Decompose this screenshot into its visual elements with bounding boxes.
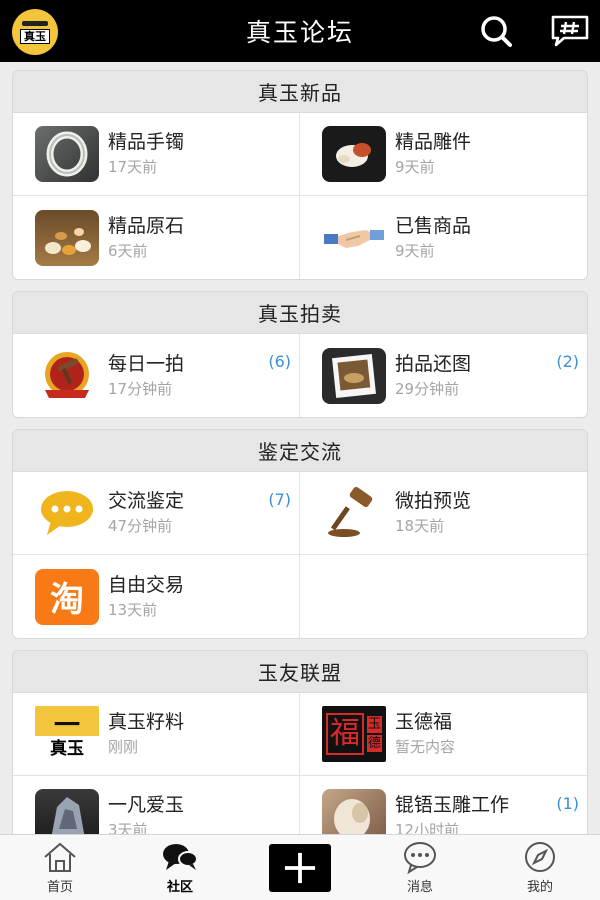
- message-icon: [404, 842, 436, 874]
- top-bar: 真玉 真玉论坛: [0, 0, 600, 62]
- board-item-free-trade[interactable]: 淘 自由交易 13天前: [13, 555, 300, 638]
- board-time: 29分钟前: [395, 379, 460, 398]
- board-item-jade-carving-studio[interactable]: 锟铻玉雕工作 12小时前 (1): [300, 776, 587, 834]
- section-auction: 真玉拍卖 每日一拍 17分钟前 (6) 拍品还图 29分钟前 (2): [12, 291, 588, 418]
- board-time: 6天前: [108, 241, 148, 260]
- chat-bubble-thumb-icon: [35, 485, 99, 541]
- board-item-micro-auction-preview[interactable]: 微拍预览 18天前: [300, 472, 587, 555]
- board-item-yudefu[interactable]: 福 玉 德 玉德福 暂无内容: [300, 693, 587, 776]
- board-item-zhenyu-seed[interactable]: 一 真玉 真玉籽料 刚刚: [13, 693, 300, 776]
- board-name: 精品原石: [108, 214, 185, 237]
- section-new-products: 真玉新品 精品手镯 17天前 精品雕件 9天前 精品原石 6天前 已售商品 9天…: [12, 70, 588, 280]
- zhenyu-logo-thumb-icon: 一 真玉: [35, 706, 99, 762]
- board-name: 每日一拍: [108, 352, 185, 375]
- board-name: 交流鉴定: [108, 490, 185, 512]
- board-name: 精品手镯: [108, 131, 185, 153]
- section-title: 真玉拍卖: [13, 292, 587, 334]
- zhenyu-bar-glyph: 一: [53, 711, 80, 741]
- board-name: 真玉籽料: [108, 711, 185, 733]
- board-item-yifan[interactable]: 一凡爱玉 3天前: [13, 776, 300, 834]
- board-item-auction-photos[interactable]: 拍品还图 29分钟前 (2): [300, 334, 587, 417]
- board-item-appraisal-exchange[interactable]: 交流鉴定 47分钟前 (7): [13, 472, 300, 555]
- board-time: 刚刚: [108, 738, 139, 756]
- tab-mine-label: 我的: [526, 880, 553, 895]
- unread-count-badge: (7): [268, 490, 291, 509]
- seal-main-glyph: 福: [326, 713, 364, 755]
- community-icon: [163, 844, 198, 870]
- board-item-daily-auction[interactable]: 每日一拍 17分钟前 (6): [13, 334, 300, 417]
- board-time: 47分钟前: [108, 517, 173, 535]
- compass-icon: [525, 842, 555, 872]
- board-name: 一凡爱玉: [108, 794, 185, 816]
- tab-messages[interactable]: 消息: [360, 835, 480, 900]
- board-time: 18天前: [395, 517, 445, 535]
- seal-side: 玉 德: [367, 716, 383, 752]
- unread-count-badge: (2): [556, 352, 579, 371]
- zhenyu-text-glyph: 真玉: [35, 736, 99, 762]
- bracelet-thumb-icon: [35, 126, 99, 182]
- gavel-thumb-icon: [322, 485, 386, 541]
- board-item-rough-stone[interactable]: 精品原石 6天前: [13, 196, 300, 279]
- tab-home-label: 首页: [46, 880, 73, 895]
- add-post-button[interactable]: [269, 843, 331, 892]
- board-time: 13天前: [108, 600, 158, 619]
- board-time: 9天前: [395, 241, 435, 260]
- section-title: 鉴定交流: [13, 430, 587, 472]
- board-name: 拍品还图: [395, 352, 472, 375]
- search-icon[interactable]: [476, 13, 516, 49]
- board-name: 精品雕件: [395, 131, 472, 153]
- stone-thumb-icon: [35, 789, 99, 834]
- tab-community-label: 社区: [166, 880, 193, 895]
- section-jade-friends: 玉友联盟 一 真玉 真玉籽料 刚刚 福 玉 德 玉德福 暂无内容 一凡爱玉 3天…: [12, 650, 588, 834]
- unread-count-badge: (1): [556, 794, 579, 813]
- section-appraisal: 鉴定交流 交流鉴定 47分钟前 (7) 微拍预览 18天前 淘 自由交易 13天…: [12, 429, 588, 639]
- section-title: 玉友联盟: [13, 651, 587, 693]
- board-time: 9天前: [395, 158, 435, 176]
- home-icon: [44, 842, 76, 872]
- board-time: 17天前: [108, 158, 158, 176]
- board-time: 暂无内容: [395, 738, 456, 756]
- board-name: 玉德福: [395, 711, 453, 733]
- carving-thumb-icon: [322, 126, 386, 182]
- board-name: 已售商品: [395, 214, 472, 237]
- board-name: 微拍预览: [395, 490, 472, 512]
- tab-messages-label: 消息: [406, 880, 433, 895]
- yudefu-seal-thumb-icon: 福 玉 德: [322, 706, 386, 762]
- board-item-bracelet[interactable]: 精品手镯 17天前: [13, 113, 300, 196]
- photo-frame-thumb-icon: [322, 347, 386, 404]
- tab-mine[interactable]: 我的: [480, 835, 600, 900]
- logo-bar-icon: [22, 20, 48, 26]
- plus-icon: [284, 852, 316, 883]
- app-logo[interactable]: 真玉: [12, 9, 58, 55]
- daily-auction-thumb-icon: [35, 347, 99, 404]
- seal-side-glyph-1: 玉: [367, 716, 383, 733]
- board-time: 3天前: [108, 821, 148, 834]
- forum-board-list[interactable]: 真玉新品 精品手镯 17天前 精品雕件 9天前 精品原石 6天前 已售商品 9天…: [0, 62, 600, 834]
- unread-count-badge: (6): [268, 352, 291, 371]
- taobao-thumb-icon: 淘: [35, 568, 99, 625]
- jade-carving-thumb-icon: [322, 789, 386, 834]
- board-item-sold[interactable]: 已售商品 9天前: [300, 196, 587, 279]
- board-time: 12小时前: [395, 821, 460, 834]
- taobao-glyph: 淘: [50, 580, 84, 620]
- handshake-thumb-icon: [322, 209, 386, 266]
- new-post-icon[interactable]: [550, 13, 590, 49]
- board-time: 17分钟前: [108, 379, 173, 398]
- rough-stone-thumb-icon: [35, 209, 99, 266]
- page-title: 真玉论坛: [245, 18, 354, 47]
- tab-new-post[interactable]: [240, 835, 360, 900]
- board-name: 自由交易: [108, 573, 185, 596]
- board-name: 锟铻玉雕工作: [395, 794, 510, 816]
- tab-home[interactable]: 首页: [0, 835, 120, 900]
- section-title: 真玉新品: [13, 71, 587, 113]
- tab-community[interactable]: 社区: [120, 835, 240, 900]
- seal-side-glyph-2: 德: [367, 735, 383, 752]
- logo-text: 真玉: [20, 28, 50, 44]
- bottom-tab-bar: 首页 社区 消息 我的: [0, 834, 600, 900]
- board-item-carving[interactable]: 精品雕件 9天前: [300, 113, 587, 196]
- empty-cell: [300, 555, 587, 638]
